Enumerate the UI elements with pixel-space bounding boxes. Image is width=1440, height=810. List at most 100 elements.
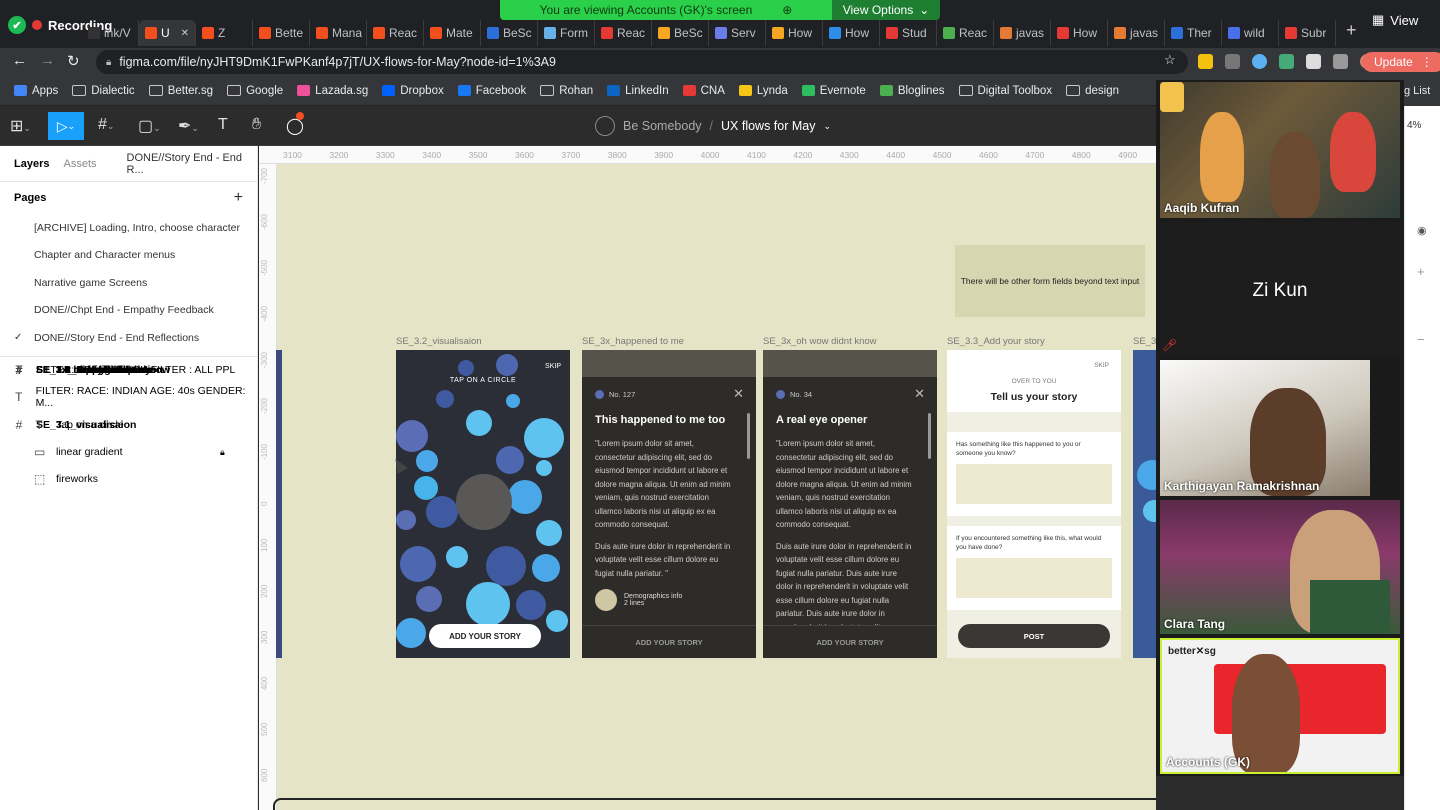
browser-tab[interactable]: How (823, 20, 880, 46)
bookmark-item[interactable]: Facebook (457, 85, 526, 97)
answer-input[interactable] (956, 464, 1112, 504)
tab-layers[interactable]: Layers (14, 158, 49, 170)
main-menu-icon[interactable]: ⊞⌄ (10, 116, 31, 136)
active-speaker-tile[interactable]: better✕sg Accounts (GK) (1160, 638, 1400, 774)
center-circle[interactable] (456, 474, 512, 530)
bookmark-item[interactable]: Better.sg (148, 85, 213, 97)
browser-tab[interactable]: Mate (424, 20, 481, 46)
browser-tab[interactable]: Z (196, 20, 253, 46)
browser-tab[interactable]: How (766, 20, 823, 46)
bookmark-item[interactable]: CNA (682, 85, 725, 97)
add-page-button[interactable]: + (234, 189, 243, 207)
eye-icon[interactable]: ◉ (1417, 224, 1427, 237)
browser-tab[interactable]: BeSc (481, 20, 538, 46)
skip-link[interactable]: SKIP (545, 363, 561, 370)
plus-icon[interactable]: + (1417, 264, 1425, 279)
tab-active[interactable]: U ✕ (139, 20, 196, 46)
hand-tool[interactable]: ✋︎ (252, 116, 261, 134)
forward-button[interactable]: → (40, 52, 55, 69)
bookmark-item[interactable]: Evernote (801, 85, 866, 97)
frame-partial-left[interactable] (276, 350, 282, 658)
current-page-selector[interactable]: DONE//Story End - End R... (127, 152, 258, 176)
browser-tab[interactable]: How (1051, 20, 1108, 46)
layer-item[interactable]: T Tap on a circle (0, 411, 257, 438)
browser-tab[interactable]: BeSc (652, 20, 709, 46)
frame-label[interactable]: SE_3.3_Add your story (947, 336, 1045, 347)
lock-icon[interactable]: 🔒︎ (220, 447, 225, 458)
participant-tile[interactable]: Karthigayan Ramakrishnan (1160, 358, 1400, 496)
scrollbar[interactable] (928, 413, 931, 459)
add-your-story-button[interactable]: ADD YOUR STORY (763, 625, 937, 658)
browser-tab[interactable]: javas (994, 20, 1051, 46)
participant-tile[interactable]: Clara Tang (1160, 500, 1400, 634)
layer-item[interactable]: ⬚ fireworks (0, 466, 257, 493)
browser-tab[interactable]: Reac (937, 20, 994, 46)
view-options-button[interactable]: View Options ⌄ (832, 0, 940, 20)
puzzle-icon[interactable] (1306, 54, 1321, 69)
bookmark-item[interactable]: Rohan (540, 85, 593, 97)
bookmark-item[interactable]: Digital Toolbox (958, 85, 1052, 97)
bookmark-item[interactable]: Bloglines (879, 85, 945, 97)
extension-icon[interactable] (1198, 54, 1213, 69)
move-tool[interactable]: ▷ ⌄ (48, 112, 84, 140)
bookmark-item[interactable]: Lazada.sg (297, 85, 368, 97)
close-tab-icon[interactable]: ✕ (181, 28, 189, 39)
post-button[interactable]: POST (958, 624, 1110, 648)
extension-icon[interactable] (1279, 54, 1294, 69)
browser-tab[interactable]: Subr (1279, 20, 1336, 46)
browser-tab[interactable]: Reac (367, 20, 424, 46)
url-field[interactable]: 🔒︎ figma.com/file/nyJHT9DmK1FwPKanf4p7jT… (96, 50, 1188, 74)
zoom-level[interactable]: 4% (1407, 120, 1421, 131)
browser-tab[interactable]: Stud (880, 20, 937, 46)
frame-tool[interactable]: #⌄ (98, 116, 114, 134)
team-name[interactable]: Be Somebody (623, 119, 702, 133)
frame-label[interactable]: SE_3x_happened to me (582, 336, 684, 347)
figma-canvas[interactable]: 3100 3200 3300 3400 3500 3600 3700 3800 3900 4000… (259, 146, 1156, 810)
bookmark-item[interactable]: Google (227, 85, 283, 97)
bookmark-item[interactable]: Dialectic (72, 85, 135, 97)
browser-tab[interactable]: wild (1222, 20, 1279, 46)
oh-wow-frame[interactable]: No. 34 ✕ A real eye opener "Lorem ipsum … (763, 350, 937, 658)
browser-tab[interactable]: Form (538, 20, 595, 46)
page-item[interactable]: Chapter and Character menus (0, 242, 257, 270)
participant-tile[interactable]: Aaqib Kufran (1160, 82, 1400, 218)
back-button[interactable]: ← (12, 52, 27, 69)
frame-partial-right[interactable] (1133, 350, 1156, 658)
update-button[interactable]: Update ⋮ (1362, 52, 1440, 72)
scrollbar[interactable] (747, 413, 750, 459)
frame-label[interactable]: SE_3 (1133, 336, 1156, 347)
happened-to-me-frame[interactable]: No. 127 ✕ This happened to me too "Lorem… (582, 350, 756, 658)
page-item[interactable]: [ARCHIVE] Loading, Intro, choose charact… (0, 214, 257, 242)
bookmark-star-icon[interactable]: ☆ (1164, 52, 1176, 68)
layer-item[interactable]: T FILTER: PPL LIKE YOU FILTER : ALL PPL (0, 357, 257, 384)
camera-extension-icon[interactable] (1225, 54, 1240, 69)
comment-tool[interactable]: ◯ (286, 112, 304, 136)
visualisation-frame[interactable]: SKIP TAP ON A CIRCLE ADD YOUR STORY (396, 350, 570, 658)
add-your-story-frame[interactable]: SKIP OVER TO YOU Tell us your story Has … (947, 350, 1121, 658)
frame-label[interactable]: SE_3x_oh wow didnt know (763, 336, 877, 347)
bookmark-item[interactable]: Lynda (738, 85, 788, 97)
view-button[interactable]: ▦ View (1372, 12, 1418, 28)
text-tool[interactable]: T (218, 116, 228, 134)
tab-assets[interactable]: Assets (63, 158, 96, 170)
skip-link[interactable]: SKIP (1094, 362, 1109, 369)
browser-tab[interactable]: Reac (595, 20, 652, 46)
page-item[interactable]: ✓ DONE//Story End - End Reflections (0, 324, 257, 352)
layer-item[interactable]: ▭ linear gradient 🔒︎ (0, 438, 257, 465)
browser-tab[interactable]: ink/V (82, 20, 139, 46)
bookmark-item[interactable]: design (1066, 85, 1119, 97)
extension-icon[interactable] (1252, 54, 1267, 69)
close-icon[interactable]: ✕ (914, 386, 925, 402)
reload-button[interactable]: ↻ (67, 52, 80, 70)
bookmark-item[interactable]: Apps (14, 85, 58, 97)
browser-tab[interactable]: Mana (310, 20, 367, 46)
bookmark-item[interactable]: Dropbox (382, 85, 444, 97)
chevron-down-icon[interactable]: ⌄ (823, 121, 831, 132)
add-your-story-button[interactable]: ADD YOUR STORY (582, 625, 756, 658)
file-name[interactable]: UX flows for May (721, 119, 815, 133)
frame-partial-bottom[interactable] (273, 798, 1156, 810)
frame-label[interactable]: SE_3.2_visualisaion (396, 336, 482, 347)
browser-tab[interactable]: Bette (253, 20, 310, 46)
pen-tool[interactable]: ✒⌄ (178, 116, 199, 136)
browser-tab[interactable]: Ther (1165, 20, 1222, 46)
